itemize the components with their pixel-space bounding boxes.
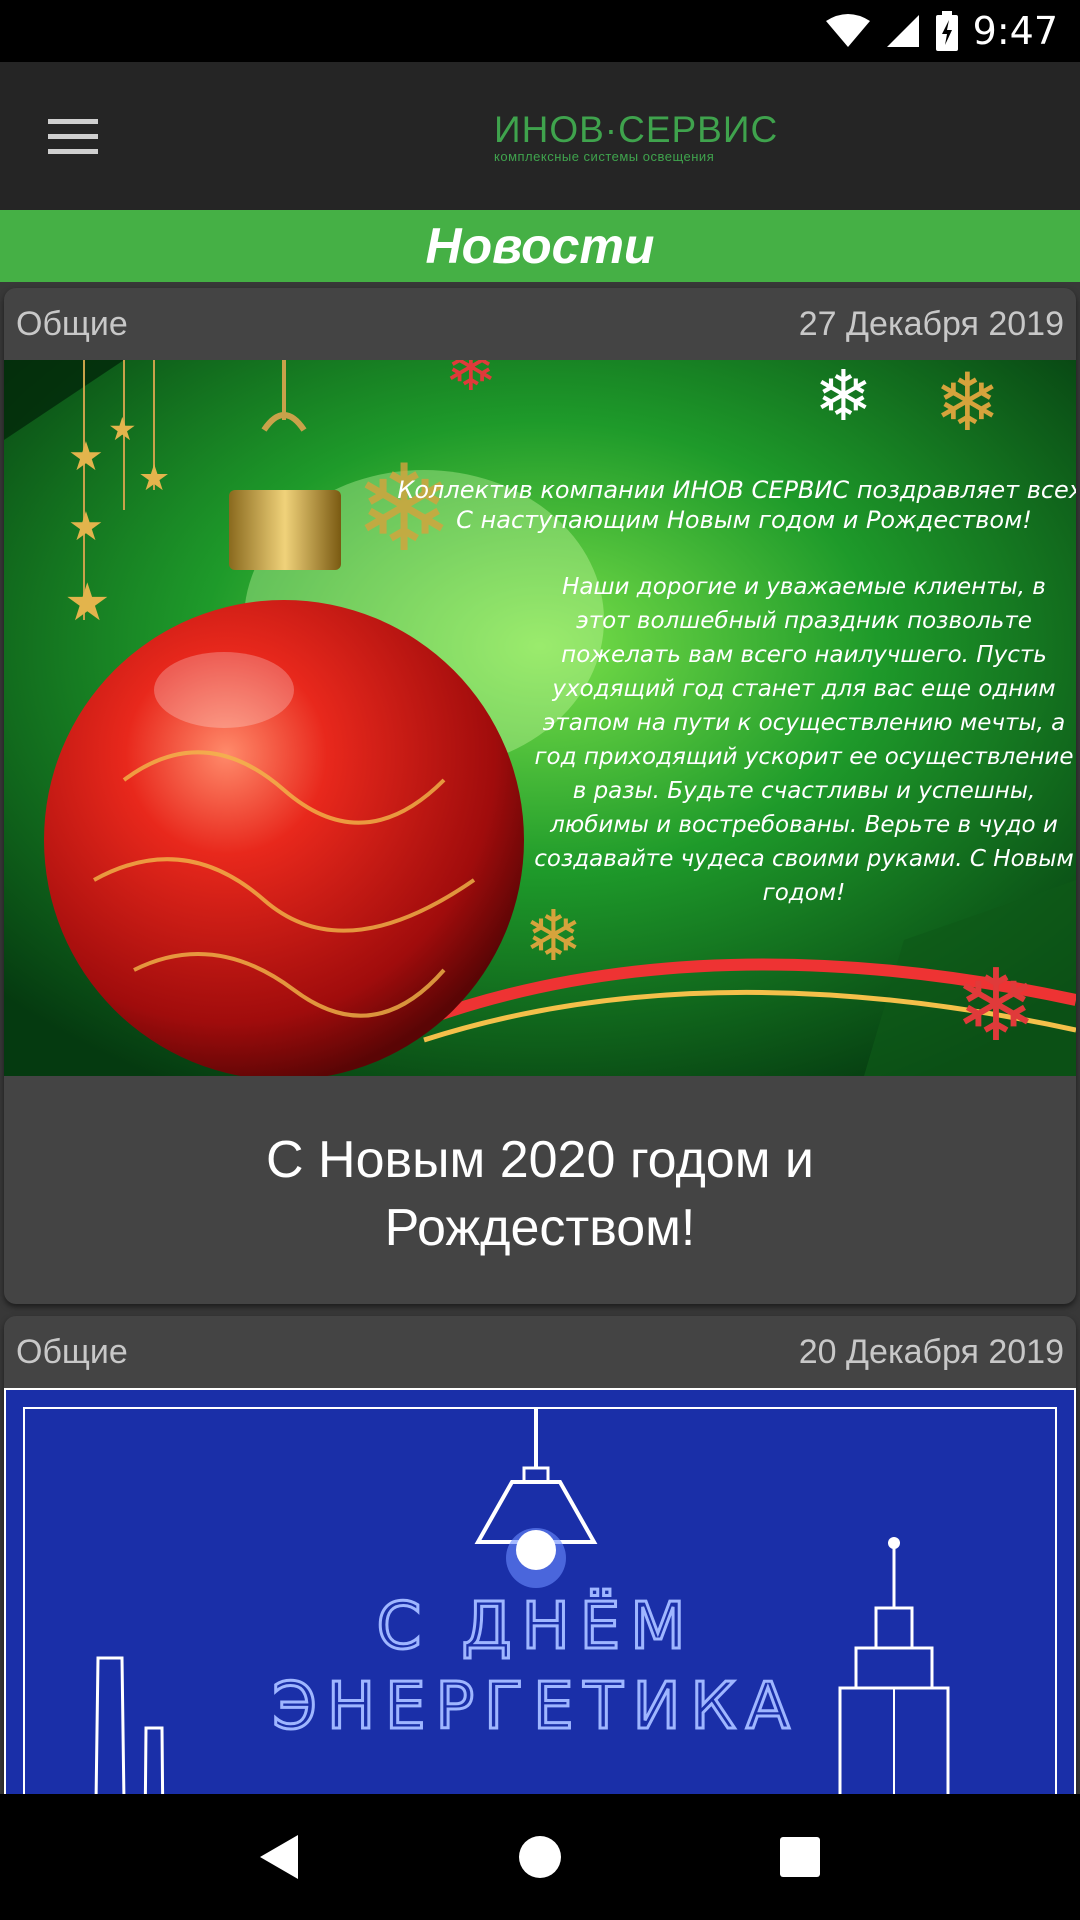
status-bar: 9:47	[0, 0, 1080, 62]
status-icons: 9:47	[825, 0, 1058, 62]
news-image-christmas-card[interactable]: ★ ★ ★ ★ ★ ❄ ❄ ❄ ❄ ❄ ❄ Коллектив компании…	[4, 360, 1076, 1076]
svg-text:❄: ❄	[934, 360, 1001, 449]
news-date: 20 Декабря 2019	[798, 1332, 1064, 1371]
logo-tagline: комплексные системы освещения	[494, 149, 715, 164]
news-date: 27 Декабря 2019	[798, 304, 1064, 343]
news-category: Общие	[16, 304, 128, 343]
svg-text:★: ★	[68, 504, 104, 550]
home-icon[interactable]	[490, 1807, 590, 1907]
page-title-banner: Новости	[0, 210, 1080, 282]
wifi-icon	[825, 14, 870, 47]
app-bar: ИНОВ·СЕРВИС комплексные системы освещени…	[0, 62, 1080, 210]
news-card[interactable]: Общие 27 Декабря 2019 ★ ★ ★ ★ ★ ❄ ❄ ❄ ❄ …	[4, 288, 1076, 1304]
recents-icon[interactable]	[750, 1807, 850, 1907]
system-nav-bar	[0, 1794, 1080, 1920]
logo-name: ИНОВ·СЕРВИС	[494, 109, 779, 150]
svg-text:❄: ❄	[354, 440, 455, 579]
svg-text:★: ★	[68, 434, 104, 480]
hamburger-menu-icon[interactable]	[30, 102, 116, 170]
news-title: С Новым 2020 годом и Рождеством!	[266, 1131, 814, 1257]
news-card-meta: Общие 27 Декабря 2019	[4, 288, 1076, 360]
svg-text:❄: ❄	[954, 947, 1038, 1064]
page-title: Новости	[425, 218, 655, 274]
menu-line	[48, 133, 98, 139]
menu-line	[48, 118, 98, 124]
image-text-line2: ЭНЕРГЕТИКА	[272, 1670, 800, 1744]
menu-line	[48, 148, 98, 154]
image-body-text: Наши дорогие и уважаемые клиенты, в этот…	[534, 574, 1074, 906]
status-time: 9:47	[972, 9, 1058, 53]
cell-signal-icon	[886, 15, 919, 47]
app-logo[interactable]: ИНОВ·СЕРВИС комплексные системы освещени…	[494, 110, 778, 164]
news-card-meta: Общие 20 Декабря 2019	[4, 1316, 1076, 1388]
svg-text:★: ★	[138, 458, 170, 499]
image-text-line2: С наступающим Новым годом и Рождеством!	[456, 506, 1032, 534]
image-text-line1: С ДНЁМ	[377, 1589, 696, 1664]
back-icon[interactable]	[230, 1807, 330, 1907]
news-category: Общие	[16, 1332, 128, 1371]
battery-charging-icon	[935, 11, 958, 51]
svg-text:★: ★	[64, 573, 111, 633]
svg-text:❄: ❄	[444, 360, 498, 406]
svg-text:★: ★	[108, 410, 137, 448]
image-text-line1: Коллектив компании ИНОВ СЕРВИС поздравля…	[397, 476, 1076, 504]
svg-text:❄: ❄	[814, 360, 873, 437]
